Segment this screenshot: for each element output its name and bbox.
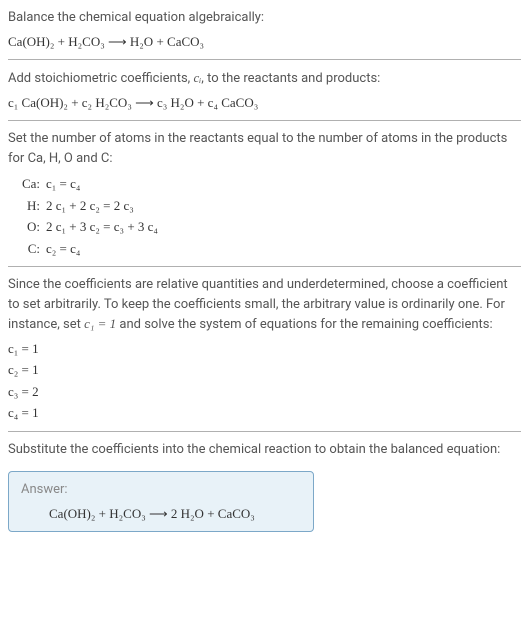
atoms-text: Set the number of atoms in the reactants…	[8, 129, 521, 168]
atom-label: H:	[8, 196, 40, 216]
coeff-item: c₃ = 2	[8, 382, 521, 402]
intro-text: Balance the chemical equation algebraica…	[8, 8, 521, 28]
answer-label: Answer:	[21, 480, 301, 500]
atom-label: C:	[8, 239, 40, 259]
stoich-text: Add stoichiometric coefficients, cᵢ, to …	[8, 68, 521, 89]
substitute-text: Substitute the coefficients into the che…	[8, 440, 521, 460]
choose-text: Since the coefficients are relative quan…	[8, 275, 521, 335]
atom-eq: c₁ = c₄	[46, 174, 521, 194]
divider	[8, 431, 521, 432]
coeff-item: c₂ = 1	[8, 360, 521, 380]
intro-equation: Ca(OH)₂ + H₂CO₃ ⟶ H₂O + CaCO₃	[8, 32, 521, 52]
atom-label: Ca:	[8, 174, 40, 194]
coeff-list: c₁ = 1 c₂ = 1 c₃ = 2 c₄ = 1	[8, 339, 521, 423]
divider	[8, 120, 521, 121]
divider	[8, 266, 521, 267]
intro-section: Balance the chemical equation algebraica…	[8, 8, 521, 51]
choose-section: Since the coefficients are relative quan…	[8, 275, 521, 423]
stoich-text-part1: Add stoichiometric coefficients,	[8, 71, 193, 86]
substitute-section: Substitute the coefficients into the che…	[8, 440, 521, 533]
atoms-table: Ca: c₁ = c₄ H: 2 c₁ + 2 c₂ = 2 c₃ O: 2 c…	[8, 174, 521, 258]
coeff-item: c₁ = 1	[8, 339, 521, 359]
answer-box: Answer: Ca(OH)₂ + H₂CO₃ ⟶ 2 H₂O + CaCO₃	[8, 471, 314, 532]
stoich-section: Add stoichiometric coefficients, cᵢ, to …	[8, 68, 521, 112]
coeff-item: c₄ = 1	[8, 403, 521, 423]
stoich-text-part2: , to the reactants and products:	[201, 71, 380, 86]
divider	[8, 59, 521, 60]
choose-var: c₁ = 1	[84, 316, 116, 331]
stoich-equation: c₁ Ca(OH)₂ + c₂ H₂CO₃ ⟶ c₃ H₂O + c₄ CaCO…	[8, 93, 521, 113]
answer-equation: Ca(OH)₂ + H₂CO₃ ⟶ 2 H₂O + CaCO₃	[21, 504, 301, 524]
atom-label: O:	[8, 217, 40, 237]
atom-eq: 2 c₁ + 2 c₂ = 2 c₃	[46, 196, 521, 216]
choose-text-part2: and solve the system of equations for th…	[116, 317, 492, 332]
atom-eq: 2 c₁ + 3 c₂ = c₃ + 3 c₄	[46, 217, 521, 237]
atoms-section: Set the number of atoms in the reactants…	[8, 129, 521, 258]
atom-eq: c₂ = c₄	[46, 239, 521, 259]
